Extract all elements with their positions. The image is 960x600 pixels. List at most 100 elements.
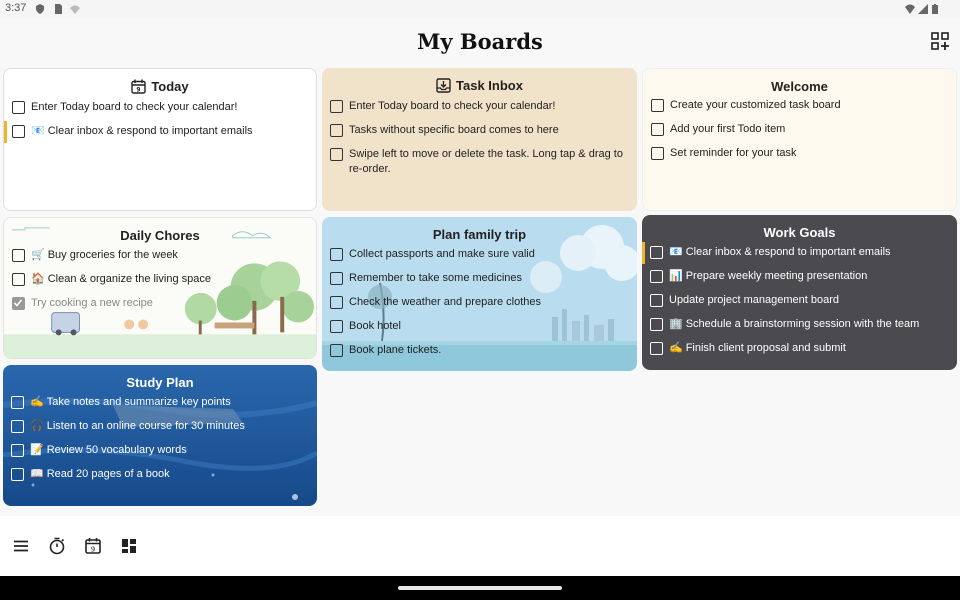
task-emoji: 📧 — [31, 125, 45, 137]
task-item[interactable]: 🏢 Schedule a brainstorming session with t… — [650, 317, 951, 332]
timer-icon[interactable] — [48, 537, 66, 555]
boards-icon[interactable] — [120, 537, 138, 555]
task-item[interactable]: 📧 Clear inbox & respond to important emai… — [12, 124, 310, 139]
task-checkbox[interactable] — [330, 124, 343, 137]
task-item[interactable]: 🏠 Clean & organize the living space — [12, 272, 310, 287]
task-item[interactable]: ✍️ Take notes and summarize key points — [11, 395, 311, 410]
task-checkbox[interactable] — [330, 100, 343, 113]
task-item[interactable]: 🛒 Buy groceries for the week — [12, 248, 310, 263]
task-text: Prepare weekly meeting presentation — [685, 270, 868, 282]
task-text: Collect passports and make sure valid — [349, 248, 535, 260]
task-checkbox[interactable] — [330, 344, 343, 357]
inbox-icon — [436, 78, 451, 93]
board-study-plan[interactable]: Study Plan ✍️ Take notes and summarize ke… — [3, 365, 317, 506]
task-checkbox[interactable] — [330, 296, 343, 309]
task-checkbox[interactable] — [11, 444, 24, 457]
task-text: Listen to an online course for 30 minute… — [46, 420, 245, 432]
task-item[interactable]: Enter Today board to check your calendar… — [330, 99, 631, 114]
cell-signal-icon — [918, 4, 928, 14]
board-work-goals[interactable]: Work Goals 📧 Clear inbox & respond to imp… — [642, 215, 957, 370]
task-text: Create your customized task board — [670, 99, 841, 111]
task-item[interactable]: 📧 Clear inbox & respond to important emai… — [650, 245, 951, 260]
task-emoji: ✍️ — [669, 342, 683, 354]
task-emoji: 🛒 — [31, 249, 45, 261]
task-checkbox[interactable] — [651, 147, 664, 160]
task-checkbox[interactable] — [650, 342, 663, 355]
task-text: Clear inbox & respond to important email… — [685, 246, 891, 258]
task-emoji: 📝 — [30, 444, 44, 456]
task-text: Schedule a brainstorming session with th… — [685, 318, 920, 330]
task-text: Tasks without specific board comes to he… — [349, 124, 559, 136]
task-item[interactable]: 🎧 Listen to an online course for 30 minut… — [11, 419, 311, 434]
task-checkbox[interactable] — [651, 99, 664, 112]
task-checkbox[interactable] — [11, 396, 24, 409]
priority-flag — [642, 242, 645, 264]
task-text: Finish client proposal and submit — [685, 342, 846, 354]
task-checkbox[interactable] — [12, 273, 25, 286]
task-item[interactable]: Book plane tickets. — [330, 343, 631, 358]
board-title: Plan family trip — [322, 227, 637, 242]
task-checkbox[interactable] — [12, 125, 25, 138]
status-time: 3:37 — [5, 2, 27, 14]
task-checkbox[interactable] — [11, 468, 24, 481]
board-title-label: Today — [151, 79, 189, 94]
board-title-label: Task Inbox — [456, 78, 523, 93]
board-title: Task Inbox — [322, 78, 637, 93]
board-title-label: Study Plan — [126, 375, 194, 390]
task-text: Clean & organize the living space — [47, 273, 211, 285]
task-checkbox[interactable] — [12, 101, 25, 114]
board-task-inbox[interactable]: Task Inbox Enter Today board to check yo… — [322, 68, 637, 211]
menu-icon[interactable] — [12, 537, 30, 555]
task-emoji: 🏢 — [669, 318, 683, 330]
task-item[interactable]: Update project management board — [650, 293, 951, 308]
task-item[interactable]: Remember to take some medicines — [330, 271, 631, 286]
board-welcome[interactable]: Welcome Create your customized task boar… — [642, 68, 957, 211]
task-text: Book hotel — [349, 320, 401, 332]
task-emoji: 📊 — [669, 270, 683, 282]
task-item[interactable]: Enter Today board to check your calendar… — [12, 100, 310, 115]
board-title: Study Plan — [3, 375, 317, 390]
task-item[interactable]: 📖 Read 20 pages of a book — [11, 467, 311, 482]
task-checkbox[interactable] — [12, 249, 25, 262]
home-gesture-handle[interactable] — [398, 586, 562, 590]
task-item-completed[interactable]: Try cooking a new recipe — [12, 296, 310, 311]
task-text: Try cooking a new recipe — [31, 297, 153, 309]
task-item[interactable]: Collect passports and make sure valid — [330, 247, 631, 262]
task-item[interactable]: ✍️ Finish client proposal and submit — [650, 341, 951, 356]
add-board-icon[interactable] — [931, 32, 949, 50]
wifi-icon — [905, 4, 915, 14]
task-checkbox[interactable] — [650, 270, 663, 283]
task-checkbox[interactable] — [650, 318, 663, 331]
task-item[interactable]: 📝 Review 50 vocabulary words — [11, 443, 311, 458]
task-text: Remember to take some medicines — [349, 272, 523, 284]
task-checkbox[interactable] — [330, 320, 343, 333]
task-checkbox[interactable] — [650, 246, 663, 259]
task-checkbox[interactable] — [330, 272, 343, 285]
task-text: Clear inbox & respond to important email… — [47, 125, 253, 137]
task-checkbox[interactable] — [651, 123, 664, 136]
calendar-icon: 9 — [131, 79, 147, 94]
page-title: My Boards — [417, 29, 543, 54]
board-today[interactable]: 9 Today Enter Today board to check your … — [3, 68, 317, 211]
task-checkbox-checked[interactable] — [12, 297, 25, 310]
task-item[interactable]: Swipe left to move or delete the task. L… — [330, 147, 631, 177]
task-item[interactable]: Tasks without specific board comes to he… — [330, 123, 631, 138]
task-emoji: 🏠 — [31, 273, 45, 285]
board-plan-family-trip[interactable]: Plan family trip Collect passports and m… — [322, 217, 637, 371]
board-title-label: Daily Chores — [120, 228, 200, 243]
task-item[interactable]: Book hotel — [330, 319, 631, 334]
task-item[interactable]: Add your first Todo item — [651, 122, 950, 137]
task-checkbox[interactable] — [330, 248, 343, 261]
task-text: Enter Today board to check your calendar… — [349, 100, 556, 112]
task-item[interactable]: Set reminder for your task — [651, 146, 950, 161]
priority-flag — [4, 121, 7, 143]
task-checkbox[interactable] — [11, 420, 24, 433]
task-item[interactable]: Check the weather and prepare clothes — [330, 295, 631, 310]
task-text: Buy groceries for the week — [47, 249, 178, 261]
task-item[interactable]: Create your customized task board — [651, 98, 950, 113]
board-daily-chores[interactable]: Daily Chores 🛒 Buy groceries for the week… — [3, 217, 317, 359]
task-checkbox[interactable] — [650, 294, 663, 307]
task-checkbox[interactable] — [330, 148, 343, 161]
task-item[interactable]: 📊 Prepare weekly meeting presentation — [650, 269, 951, 284]
calendar-icon[interactable]: 9 — [84, 537, 102, 555]
